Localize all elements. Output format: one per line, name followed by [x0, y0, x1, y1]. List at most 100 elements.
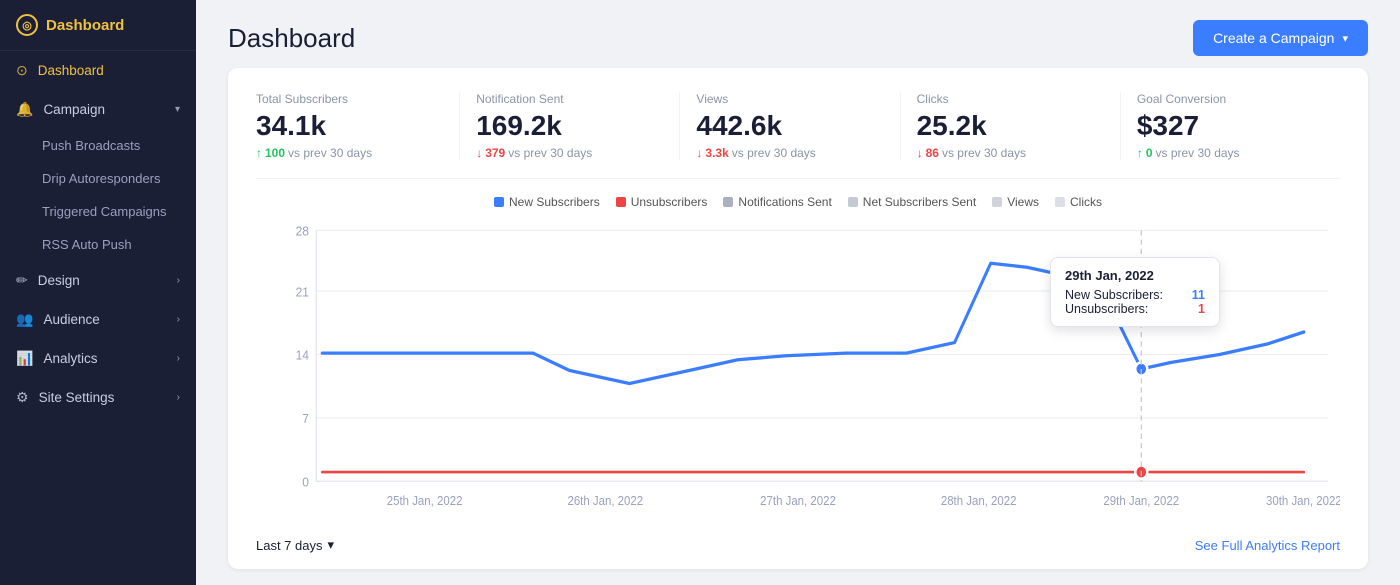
audience-icon: 👥: [16, 311, 33, 328]
stat-views: Views 442.6k ↓ 3.3k vs prev 30 days: [680, 92, 900, 160]
period-label: Last 7 days: [256, 538, 323, 553]
chevron-right-icon: ›: [177, 275, 180, 286]
legend-dot: [494, 197, 504, 207]
legend-views: Views: [992, 195, 1039, 209]
legend-notifications-sent: Notifications Sent: [723, 195, 831, 209]
stat-value: 25.2k: [917, 110, 1104, 142]
chevron-down-icon: ▾: [175, 104, 180, 115]
sidebar-item-label: Design: [38, 273, 80, 288]
period-selector[interactable]: Last 7 days ▾: [256, 537, 334, 553]
chevron-right-icon: ›: [177, 353, 180, 364]
sidebar-item-label: Analytics: [43, 351, 97, 366]
stat-label: Goal Conversion: [1137, 92, 1324, 106]
stat-change: ↑ 0 vs prev 30 days: [1137, 146, 1324, 160]
stat-change: ↓ 86 vs prev 30 days: [917, 146, 1104, 160]
logo-icon: ◎: [16, 14, 38, 36]
design-icon: ✏: [16, 272, 28, 289]
sidebar-sub-drip[interactable]: Drip Autoresponders: [0, 162, 196, 195]
stat-total-subscribers: Total Subscribers 34.1k ↑ 100 vs prev 30…: [256, 92, 460, 160]
stat-change-text: vs prev 30 days: [942, 146, 1026, 160]
sidebar-item-label: Campaign: [43, 102, 105, 117]
settings-icon: ⚙: [16, 389, 29, 406]
sidebar: ◎ Dashboard ⊙ Dashboard 🔔 Campaign ▾ Pus…: [0, 0, 196, 585]
sidebar-item-site-settings[interactable]: ⚙ Site Settings ›: [0, 378, 196, 417]
sidebar-item-analytics[interactable]: 📊 Analytics ›: [0, 339, 196, 378]
svg-text:27th Jan, 2022: 27th Jan, 2022: [760, 494, 836, 509]
sidebar-item-audience[interactable]: 👥 Audience ›: [0, 300, 196, 339]
chevron-down-icon: ▾: [328, 537, 335, 553]
chart-footer: Last 7 days ▾ See Full Analytics Report: [256, 531, 1340, 553]
stats-row: Total Subscribers 34.1k ↑ 100 vs prev 30…: [256, 92, 1340, 179]
stat-change-text: vs prev 30 days: [288, 146, 372, 160]
dashboard-icon: ⊙: [16, 62, 28, 79]
chart-svg: 0 7 14 21 28 25th Jan, 2022 26th Jan, 20…: [256, 217, 1340, 521]
page-title: Dashboard: [228, 23, 355, 54]
svg-text:28: 28: [296, 224, 309, 239]
chevron-right-icon: ›: [177, 392, 180, 403]
create-campaign-label: Create a Campaign: [1213, 30, 1334, 46]
legend-label: Unsubscribers: [631, 195, 708, 209]
content-card: Total Subscribers 34.1k ↑ 100 vs prev 30…: [228, 68, 1368, 569]
sidebar-item-campaign[interactable]: 🔔 Campaign ▾: [0, 90, 196, 129]
chevron-down-icon: ▾: [1342, 32, 1348, 45]
down-arrow-icon: ↓: [917, 146, 923, 160]
stat-change-val: 3.3k: [705, 146, 728, 160]
svg-text:7: 7: [302, 412, 309, 427]
sidebar-item-dashboard[interactable]: ⊙ Dashboard: [0, 51, 196, 90]
sidebar-item-label: Audience: [43, 312, 99, 327]
legend-label: Clicks: [1070, 195, 1102, 209]
stat-change-text: vs prev 30 days: [508, 146, 592, 160]
legend-clicks: Clicks: [1055, 195, 1102, 209]
down-arrow-icon: ↓: [696, 146, 702, 160]
svg-text:29th Jan, 2022: 29th Jan, 2022: [1103, 494, 1179, 509]
svg-text:28th Jan, 2022: 28th Jan, 2022: [941, 494, 1017, 509]
stat-change: ↓ 379 vs prev 30 days: [476, 146, 663, 160]
sidebar-sub-push-broadcasts[interactable]: Push Broadcasts: [0, 129, 196, 162]
legend-dot: [616, 197, 626, 207]
stat-change-text: vs prev 30 days: [1156, 146, 1240, 160]
legend-dot: [723, 197, 733, 207]
stat-clicks: Clicks 25.2k ↓ 86 vs prev 30 days: [901, 92, 1121, 160]
sidebar-item-label: Dashboard: [38, 63, 104, 78]
sidebar-logo: ◎ Dashboard: [0, 0, 196, 51]
legend-label: New Subscribers: [509, 195, 600, 209]
see-full-analytics-link[interactable]: See Full Analytics Report: [1195, 538, 1340, 553]
up-arrow-icon: ↑: [256, 146, 262, 160]
stat-change: ↑ 100 vs prev 30 days: [256, 146, 443, 160]
stat-value: 442.6k: [696, 110, 883, 142]
svg-text:30th Jan, 2022: 30th Jan, 2022: [1266, 494, 1340, 509]
legend-dot: [992, 197, 1002, 207]
svg-text:14: 14: [296, 348, 309, 363]
campaign-icon: 🔔: [16, 101, 33, 118]
legend-unsubscribers: Unsubscribers: [616, 195, 708, 209]
legend-dot: [848, 197, 858, 207]
stat-label: Total Subscribers: [256, 92, 443, 106]
stat-goal-conversion: Goal Conversion $327 ↑ 0 vs prev 30 days: [1121, 92, 1340, 160]
analytics-icon: 📊: [16, 350, 33, 367]
stat-label: Clicks: [917, 92, 1104, 106]
stat-value: 34.1k: [256, 110, 443, 142]
legend-label: Notifications Sent: [738, 195, 831, 209]
sidebar-item-design[interactable]: ✏ Design ›: [0, 261, 196, 300]
stat-change-val: 0: [1146, 146, 1153, 160]
create-campaign-button[interactable]: Create a Campaign ▾: [1193, 20, 1368, 56]
legend-dot: [1055, 197, 1065, 207]
sidebar-item-label: Site Settings: [39, 390, 115, 405]
chart-area: 0 7 14 21 28 25th Jan, 2022 26th Jan, 20…: [256, 217, 1340, 521]
stat-label: Views: [696, 92, 883, 106]
svg-text:25th Jan, 2022: 25th Jan, 2022: [387, 494, 463, 509]
chart-legend: New Subscribers Unsubscribers Notificati…: [256, 195, 1340, 209]
sidebar-sub-rss[interactable]: RSS Auto Push: [0, 228, 196, 261]
stat-change-val: 100: [265, 146, 285, 160]
topbar: Dashboard Create a Campaign ▾: [196, 0, 1400, 68]
sidebar-sub-triggered[interactable]: Triggered Campaigns: [0, 195, 196, 228]
legend-label: Net Subscribers Sent: [863, 195, 976, 209]
stat-change-text: vs prev 30 days: [732, 146, 816, 160]
stat-change-val: 86: [926, 146, 939, 160]
legend-new-subscribers: New Subscribers: [494, 195, 600, 209]
svg-text:26th Jan, 2022: 26th Jan, 2022: [567, 494, 643, 509]
legend-net-subscribers: Net Subscribers Sent: [848, 195, 976, 209]
svg-text:21: 21: [296, 285, 309, 300]
stat-change-val: 379: [485, 146, 505, 160]
stat-change: ↓ 3.3k vs prev 30 days: [696, 146, 883, 160]
